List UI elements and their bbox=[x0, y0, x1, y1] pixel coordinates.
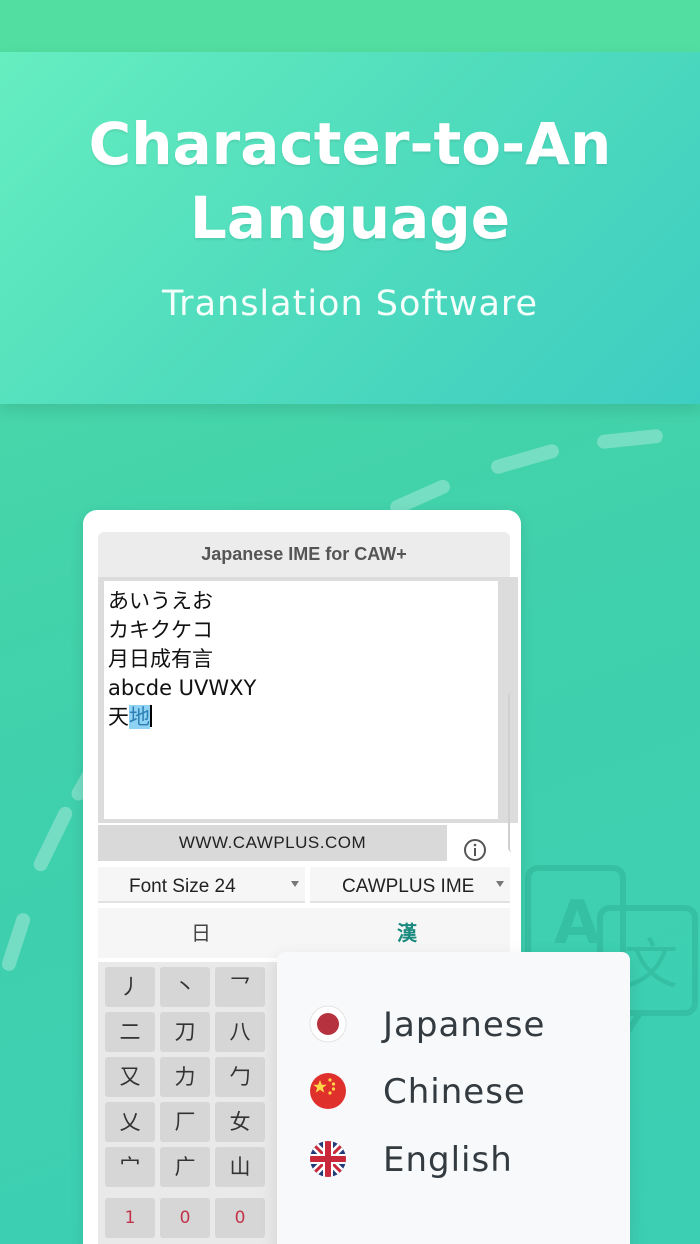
hero-subtitle: Translation Software bbox=[161, 284, 539, 324]
svg-text:A: A bbox=[554, 888, 601, 958]
editor-line: 月日成有言 bbox=[108, 647, 213, 671]
editor-line: カキクケコ bbox=[108, 618, 213, 642]
website-url[interactable]: WWW.CAWPLUS.COM bbox=[98, 825, 447, 861]
keypad-key[interactable]: 力 bbox=[160, 1057, 210, 1097]
keypad-key[interactable]: 又 bbox=[105, 1057, 155, 1097]
keypad-key[interactable]: 乛 bbox=[215, 967, 265, 1007]
decor-dash bbox=[596, 428, 664, 450]
hero-banner: Character-to-An Language Translation Sof… bbox=[0, 52, 700, 404]
chevron-down-icon bbox=[291, 881, 299, 887]
app-title: Japanese IME for CAW+ bbox=[98, 532, 510, 577]
decor-dash bbox=[31, 804, 75, 874]
decor-dash bbox=[0, 911, 32, 973]
keyboard-tabs: 日 漢 bbox=[98, 908, 510, 958]
text-caret bbox=[150, 705, 152, 727]
hero-title: Character-to-An Language bbox=[0, 107, 700, 255]
tab-kanji[interactable]: 漢 bbox=[304, 908, 510, 958]
number-key[interactable]: 1 bbox=[105, 1198, 155, 1238]
keypad-key[interactable]: 八 bbox=[215, 1012, 265, 1052]
japan-flag-icon bbox=[309, 1005, 347, 1043]
keypad-key[interactable]: 勹 bbox=[215, 1057, 265, 1097]
ime-value: CAWPLUS IME bbox=[342, 876, 475, 897]
number-key[interactable]: 0 bbox=[160, 1198, 210, 1238]
keypad-key[interactable]: 乂 bbox=[105, 1102, 155, 1142]
uk-flag-icon bbox=[310, 1141, 346, 1177]
editor-text: 天 bbox=[108, 705, 129, 729]
text-editor[interactable]: あいうえお カキクケコ 月日成有言 abcde UVWXY 天地 bbox=[98, 577, 518, 823]
font-size-value: Font Size 24 bbox=[129, 876, 236, 897]
hero-title-line2: Language bbox=[189, 184, 511, 252]
language-list-card: Japanese Chinese English bbox=[277, 952, 630, 1244]
keypad-key[interactable]: 广 bbox=[160, 1147, 210, 1187]
editor-text-area[interactable]: あいうえお カキクケコ 月日成有言 abcde UVWXY 天地 bbox=[104, 581, 498, 819]
keypad-key[interactable]: 厂 bbox=[160, 1102, 210, 1142]
chevron-down-icon bbox=[496, 881, 504, 887]
language-label: Japanese bbox=[383, 1005, 546, 1045]
top-strip bbox=[0, 0, 700, 52]
hero-title-line1: Character-to-An bbox=[88, 110, 612, 178]
keypad-key[interactable]: 刀 bbox=[160, 1012, 210, 1052]
info-icon[interactable] bbox=[463, 838, 487, 862]
editor-line: あいうえお bbox=[108, 589, 213, 613]
editor-scrollbar[interactable] bbox=[508, 692, 518, 852]
svg-text:文: 文 bbox=[624, 933, 678, 996]
selected-text[interactable]: 地 bbox=[129, 705, 150, 729]
keypad-key[interactable]: 丿 bbox=[105, 967, 155, 1007]
number-key[interactable]: 0 bbox=[215, 1198, 265, 1238]
decor-dash bbox=[489, 442, 561, 476]
keypad-key[interactable]: 女 bbox=[215, 1102, 265, 1142]
keypad-key[interactable]: 丶 bbox=[160, 967, 210, 1007]
tab-japanese[interactable]: 日 bbox=[98, 908, 304, 958]
editor-line: abcde UVWXY bbox=[108, 676, 257, 700]
china-flag-icon bbox=[310, 1073, 346, 1109]
language-label: English bbox=[383, 1140, 513, 1180]
language-label: Chinese bbox=[383, 1072, 526, 1112]
font-size-select[interactable]: Font Size 24 bbox=[98, 867, 305, 903]
keypad-key[interactable]: 宀 bbox=[105, 1147, 155, 1187]
keypad-key[interactable]: 山 bbox=[215, 1147, 265, 1187]
keypad-key[interactable]: 二 bbox=[105, 1012, 155, 1052]
ime-select[interactable]: CAWPLUS IME bbox=[310, 867, 510, 903]
editor-line: 天地 bbox=[108, 703, 498, 732]
